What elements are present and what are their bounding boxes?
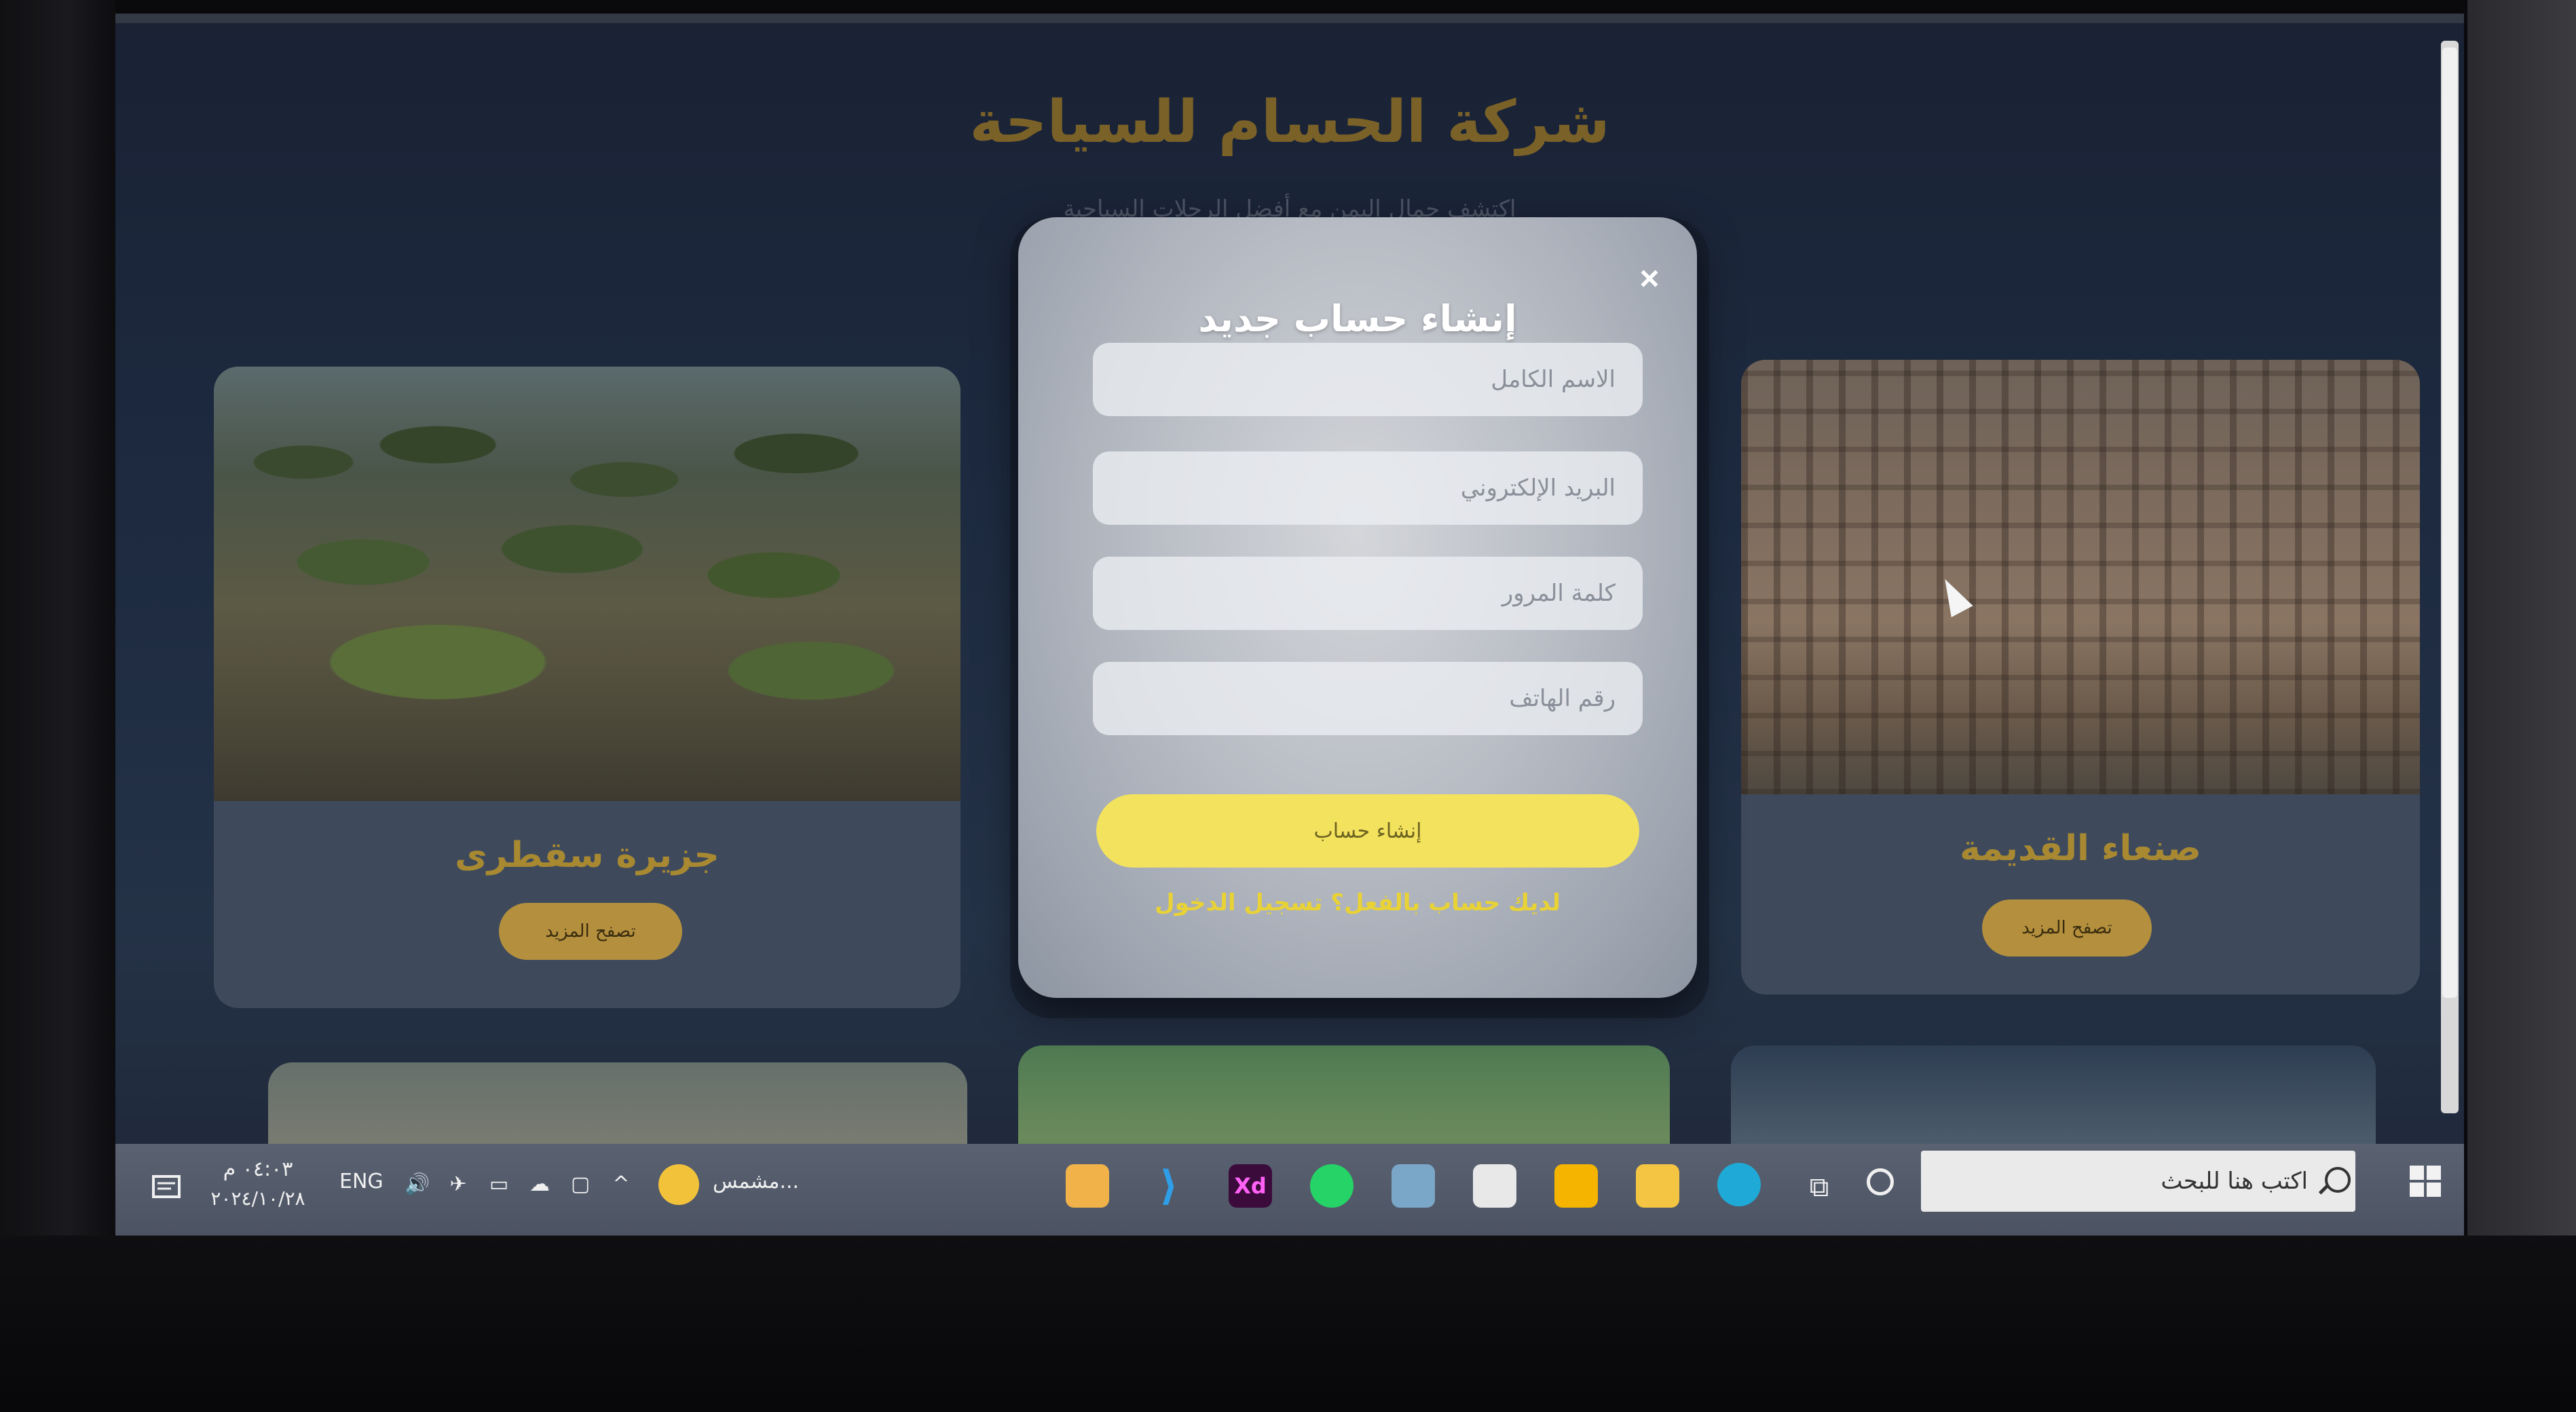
cortana-icon[interactable]	[1867, 1168, 1894, 1195]
login-link[interactable]: لديك حساب بالفعل؟ تسجيل الدخول	[1018, 889, 1697, 916]
clock-time[interactable]: ٠٤:٠٣ م	[210, 1157, 305, 1181]
photos-app-icon[interactable]	[1066, 1164, 1109, 1208]
weather-text[interactable]: مشمس...	[713, 1170, 799, 1193]
chevron-up-icon[interactable]: ^	[604, 1167, 638, 1201]
screen: شركة الحسام للسياحة اكتشف جمال اليمن مع …	[115, 14, 2464, 1236]
language-indicator[interactable]: ENG	[339, 1170, 384, 1193]
search-input[interactable]: اكتب هنا للبحث	[1921, 1151, 2355, 1212]
mail-icon[interactable]	[1473, 1164, 1516, 1208]
card-title: جزيرة سقطرى	[455, 835, 720, 876]
vscode-icon[interactable]: ⟩	[1147, 1162, 1191, 1210]
create-account-button[interactable]: إنشاء حساب	[1096, 794, 1639, 868]
notification-icon[interactable]	[143, 1164, 190, 1212]
signup-modal: × إنشاء حساب جديد إنشاء حساب لديك حساب ب…	[1018, 217, 1697, 998]
taskbar: ٠٤:٠٣ م ٢٠٢٤/١٠/٢٨ ENG 🔊 ✈ ▭ ☁ ▢ ^ مشمس.…	[115, 1144, 2464, 1236]
scrollbar-thumb[interactable]	[2442, 48, 2457, 998]
network-icon[interactable]: ☁	[523, 1167, 557, 1201]
battery-icon[interactable]: ▭	[482, 1167, 516, 1201]
password-field[interactable]	[1093, 557, 1643, 630]
full-name-field[interactable]	[1093, 343, 1643, 416]
search-icon	[2325, 1167, 2351, 1193]
device-icon[interactable]: ▢	[563, 1167, 597, 1201]
windows-start-icon[interactable]	[2410, 1166, 2441, 1197]
volume-icon[interactable]: 🔊	[400, 1167, 434, 1201]
phone-field[interactable]	[1093, 662, 1643, 735]
card-title: صنعاء القديمة	[1960, 828, 2201, 869]
email-field[interactable]	[1093, 451, 1643, 525]
sanaa-image	[1741, 360, 2420, 794]
adobe-xd-icon[interactable]: Xd	[1229, 1164, 1272, 1208]
close-icon[interactable]: ×	[1629, 258, 1670, 299]
modal-title: إنشاء حساب جديد	[1198, 297, 1517, 340]
socotra-image	[214, 367, 960, 801]
whatsapp-icon[interactable]	[1310, 1164, 1354, 1208]
snipping-tool-icon[interactable]	[1392, 1164, 1435, 1208]
edge-icon[interactable]	[1717, 1163, 1761, 1206]
task-view-icon[interactable]: ⧉	[1799, 1167, 1840, 1208]
destination-card-sanaa: صنعاء القديمة تصفح المزيد	[1741, 360, 2420, 995]
browser-top-strip	[115, 14, 2464, 23]
monitor-bezel-right	[2467, 0, 2576, 1412]
weather-icon[interactable]	[658, 1164, 699, 1205]
page-title: شركة الحسام للسياحة	[969, 88, 1610, 156]
browse-more-button[interactable]: تصفح المزيد	[1982, 899, 2152, 956]
store-icon[interactable]	[1554, 1164, 1598, 1208]
destination-card-socotra: جزيرة سقطرى تصفح المزيد	[214, 367, 960, 1008]
file-explorer-icon[interactable]	[1636, 1164, 1679, 1208]
browse-more-button[interactable]: تصفح المزيد	[499, 903, 682, 960]
monitor-bezel-bottom	[0, 1236, 2576, 1412]
clock-date[interactable]: ٢٠٢٤/١٠/٢٨	[200, 1187, 316, 1210]
airplane-mode-icon[interactable]: ✈	[441, 1167, 475, 1201]
monitor-bezel-left	[0, 0, 115, 1412]
